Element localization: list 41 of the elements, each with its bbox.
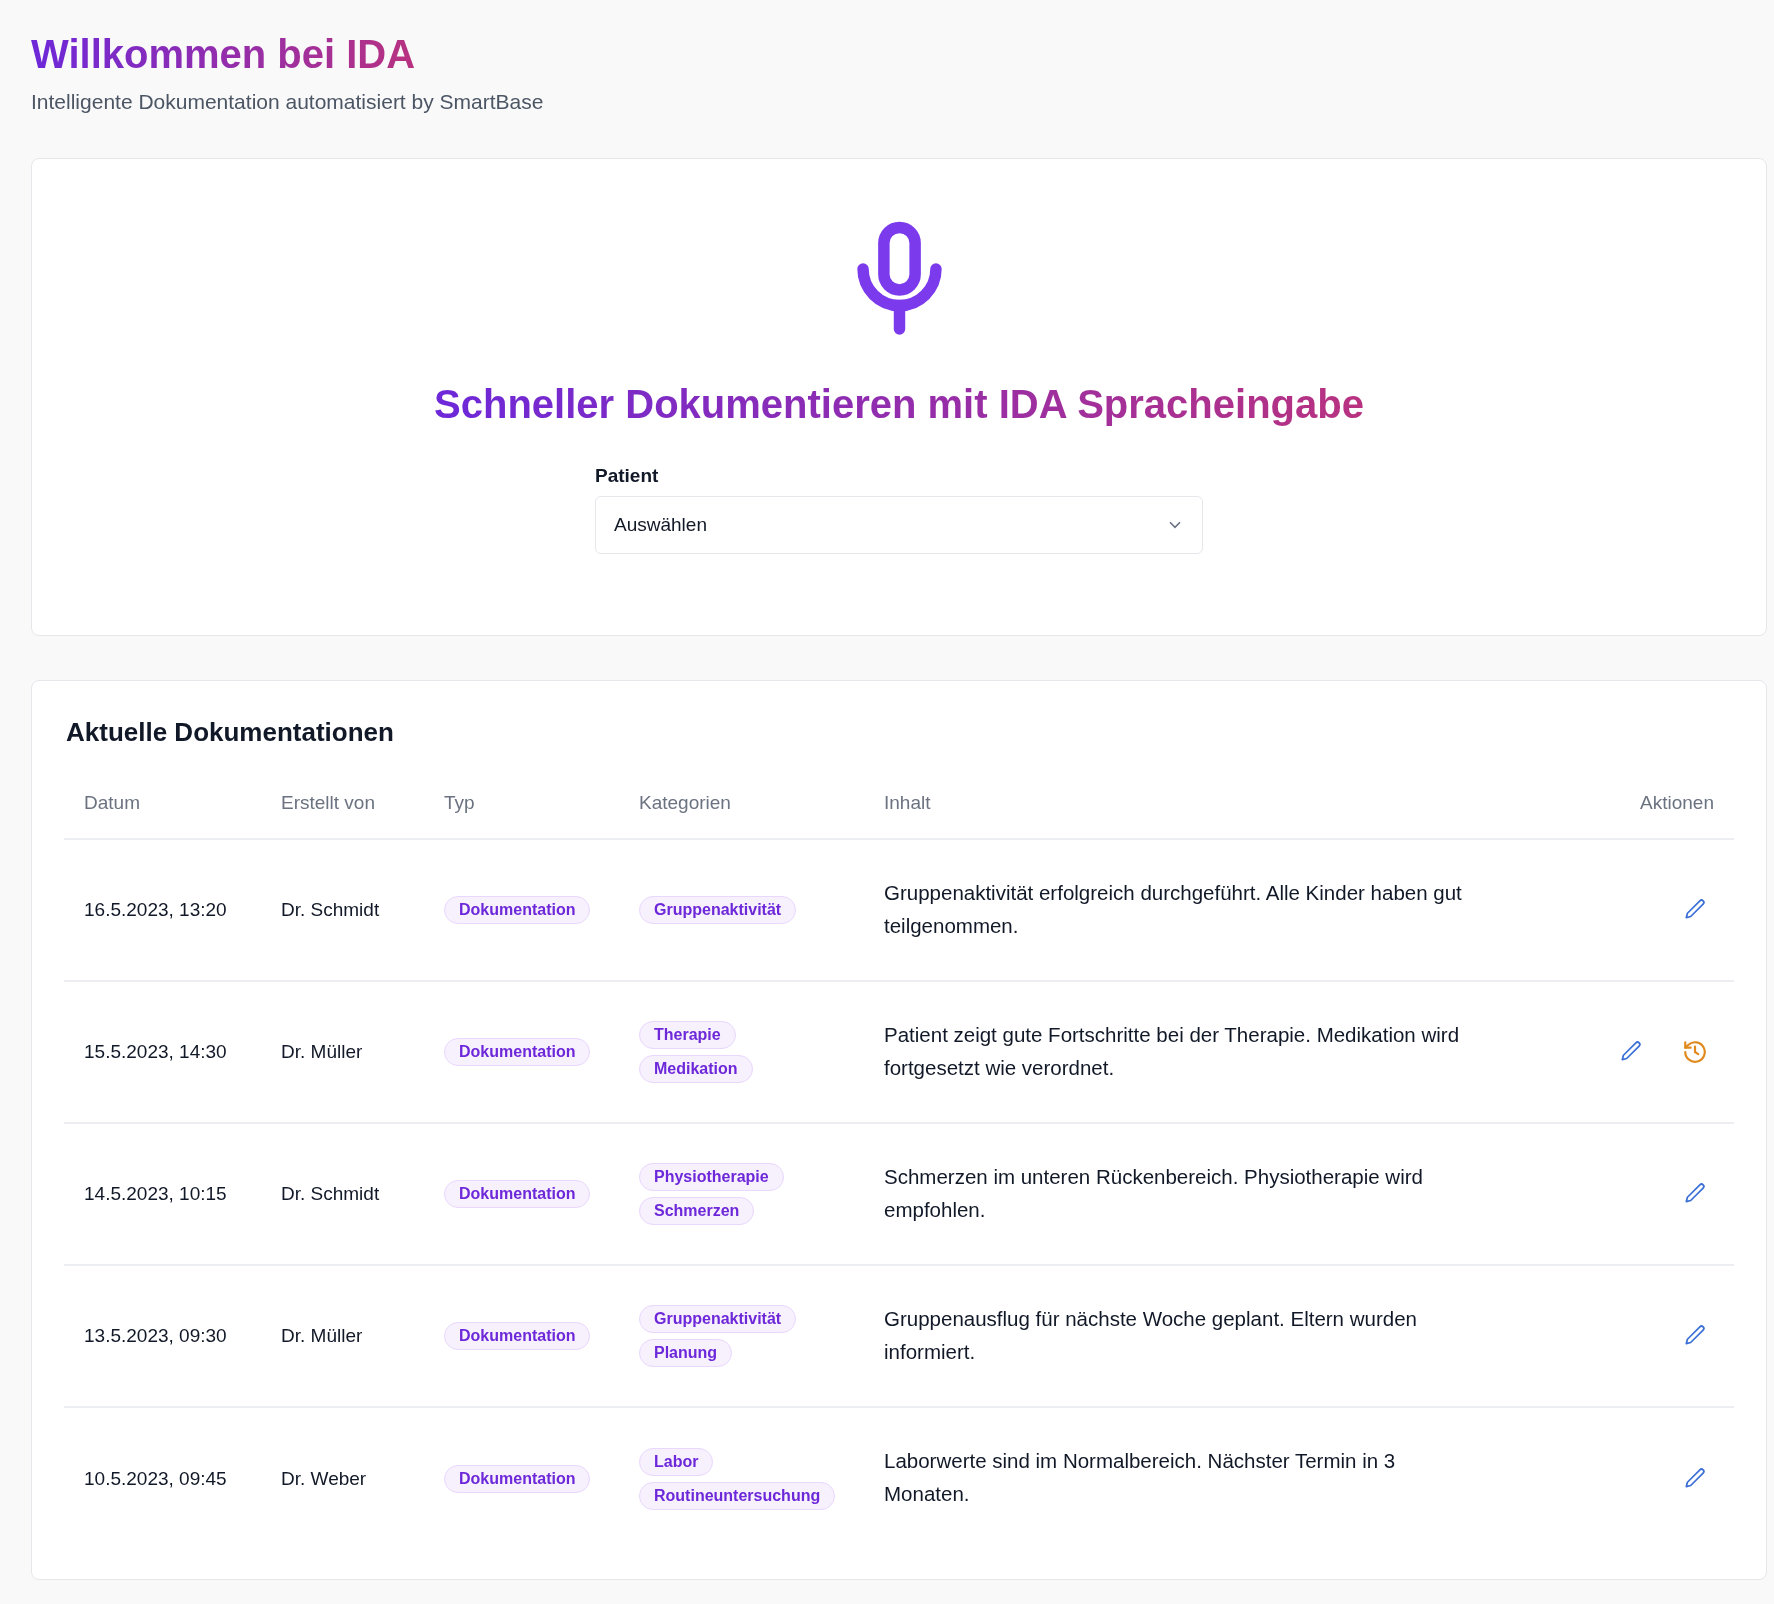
category-tag: Gruppenaktivität — [639, 896, 797, 924]
section-heading: Aktuelle Dokumentationen — [66, 717, 395, 748]
type-tag: Dokumentation — [444, 1464, 591, 1493]
author-cell: Dr. Schmidt — [261, 1123, 424, 1265]
date-cell: 15.5.2023, 14:30 — [64, 981, 261, 1123]
date-cell: 10.5.2023, 09:45 — [64, 1407, 261, 1549]
date-cell: 16.5.2023, 13:20 — [64, 839, 261, 981]
category-tag: Medikation — [639, 1055, 753, 1083]
category-tag: Gruppenaktivität — [639, 1305, 797, 1333]
page-subtitle: Intelligente Dokumentation automatisiert by SmartBase — [31, 90, 545, 114]
content-cell: Gruppenausflug für nächste Woche geplant. Eltern wurden informiert. — [864, 1265, 1504, 1407]
category-tag: Planung — [639, 1339, 733, 1367]
author-cell: Dr. Müller — [261, 1265, 424, 1407]
author-cell: Dr. Schmidt — [261, 839, 424, 981]
category-tag: Physiotherapie — [639, 1163, 784, 1191]
patient-select[interactable]: Auswählen — [595, 496, 1203, 554]
column-header: Datum — [64, 778, 261, 839]
patient-label: Patient — [595, 465, 660, 487]
date-cell: 13.5.2023, 09:30 — [64, 1265, 261, 1407]
category-tag: Routineuntersuchung — [639, 1481, 836, 1510]
author-cell: Dr. Müller — [261, 981, 424, 1123]
history-icon — [1682, 1039, 1708, 1065]
category-tag: Schmerzen — [639, 1197, 755, 1225]
content-cell: Patient zeigt gute Fortschritte bei der Therapie. Medikation wird fortgesetzt wie verordnet. — [864, 981, 1504, 1123]
category-tag: Therapie — [639, 1021, 736, 1049]
category-tag: Labor — [639, 1447, 714, 1476]
content-cell: Laborwerte sind im Normalbereich. Nächster Termin in 3 Monaten. — [864, 1407, 1504, 1549]
type-tag: Dokumentation — [444, 1038, 591, 1066]
column-header: Erstellt von — [261, 778, 424, 839]
date-cell: 14.5.2023, 10:15 — [64, 1123, 261, 1265]
type-tag: Dokumentation — [444, 1180, 591, 1208]
content-cell: Gruppenaktivität erfolgreich durchgeführt. Alle Kinder haben gut teilgenommen. — [864, 839, 1504, 981]
column-header: Aktionen — [1504, 778, 1734, 839]
column-header: Typ — [424, 778, 619, 839]
column-header: Kategorien — [619, 778, 864, 839]
author-cell: Dr. Weber — [261, 1407, 424, 1549]
type-tag: Dokumentation — [444, 1322, 591, 1350]
type-tag: Dokumentation — [444, 896, 591, 924]
column-header: Inhalt — [864, 778, 1504, 839]
history-button[interactable] — [1682, 1039, 1708, 1065]
content-cell: Schmerzen im unteren Rückenbereich. Physiotherapie wird empfohlen. — [864, 1123, 1504, 1265]
